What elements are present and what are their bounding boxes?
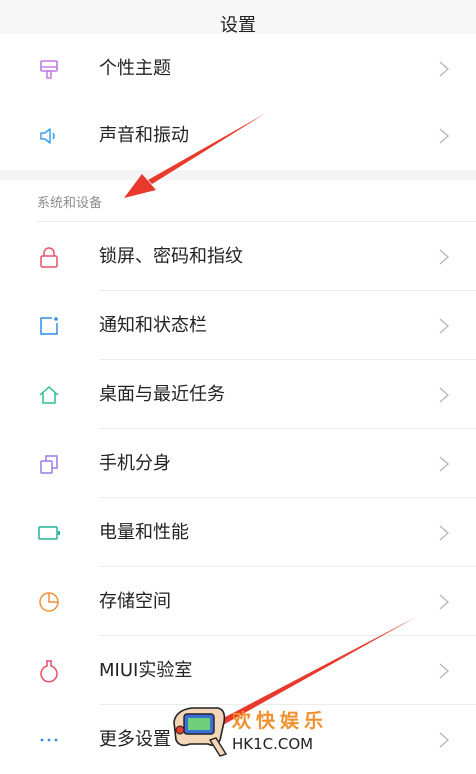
dual-copy-icon bbox=[40, 455, 58, 474]
settings-row-home[interactable]: 桌面与最近任务 bbox=[0, 360, 476, 429]
section-header-system: 系统和设备 bbox=[0, 180, 476, 222]
settings-row-label: 桌面与最近任务 bbox=[99, 384, 225, 405]
settings-row-notification[interactable]: 通知和状态栏 bbox=[0, 291, 476, 360]
settings-row-label: 通知和状态栏 bbox=[99, 315, 207, 336]
settings-row-dual-apps[interactable]: 手机分身 bbox=[0, 429, 476, 498]
chevron-right-icon bbox=[439, 387, 450, 403]
settings-row-sound[interactable]: 声音和振动 bbox=[0, 101, 476, 170]
speaker-icon bbox=[40, 128, 55, 144]
home-icon bbox=[39, 386, 59, 404]
battery-icon bbox=[38, 526, 60, 540]
notification-icon bbox=[40, 317, 58, 335]
settings-row-label: 声音和振动 bbox=[99, 125, 189, 146]
settings-row-label: 电量和性能 bbox=[99, 522, 189, 543]
settings-row-label: 个性主题 bbox=[99, 58, 171, 79]
more-dots-icon bbox=[40, 738, 58, 742]
settings-row-theme[interactable]: 个性主题 bbox=[0, 34, 476, 103]
section-title: 系统和设备 bbox=[37, 196, 103, 211]
settings-row-label: 手机分身 bbox=[99, 453, 171, 474]
settings-row-storage[interactable]: 存储空间 bbox=[0, 567, 476, 636]
theme-brush-icon bbox=[40, 60, 58, 79]
storage-pie-icon bbox=[39, 592, 59, 612]
chevron-right-icon bbox=[439, 594, 450, 610]
chevron-right-icon bbox=[439, 128, 450, 144]
chevron-right-icon bbox=[439, 732, 450, 748]
chevron-right-icon bbox=[439, 456, 450, 472]
settings-row-miui-lab[interactable]: MIUI实验室 bbox=[0, 636, 476, 705]
section-gap bbox=[0, 170, 476, 180]
chevron-right-icon bbox=[439, 525, 450, 541]
watermark-logo: 欢快娱乐 HK1C.COM bbox=[166, 700, 326, 759]
chevron-right-icon bbox=[439, 318, 450, 334]
flask-icon bbox=[40, 660, 58, 683]
settings-row-label: MIUI实验室 bbox=[99, 660, 193, 681]
lock-icon bbox=[40, 247, 58, 268]
settings-row-battery[interactable]: 电量和性能 bbox=[0, 498, 476, 567]
watermark-text: 欢快娱乐 bbox=[232, 710, 329, 732]
settings-row-lock[interactable]: 锁屏、密码和指纹 bbox=[0, 222, 476, 291]
watermark-domain: HK1C.COM bbox=[232, 735, 314, 753]
chevron-right-icon bbox=[439, 249, 450, 265]
settings-row-label: 存储空间 bbox=[99, 591, 171, 612]
chevron-right-icon bbox=[439, 61, 450, 77]
settings-row-label: 更多设置 bbox=[99, 729, 171, 750]
settings-row-label: 锁屏、密码和指纹 bbox=[99, 246, 243, 267]
gamepad-hand-icon bbox=[173, 707, 228, 757]
chevron-right-icon bbox=[439, 663, 450, 679]
